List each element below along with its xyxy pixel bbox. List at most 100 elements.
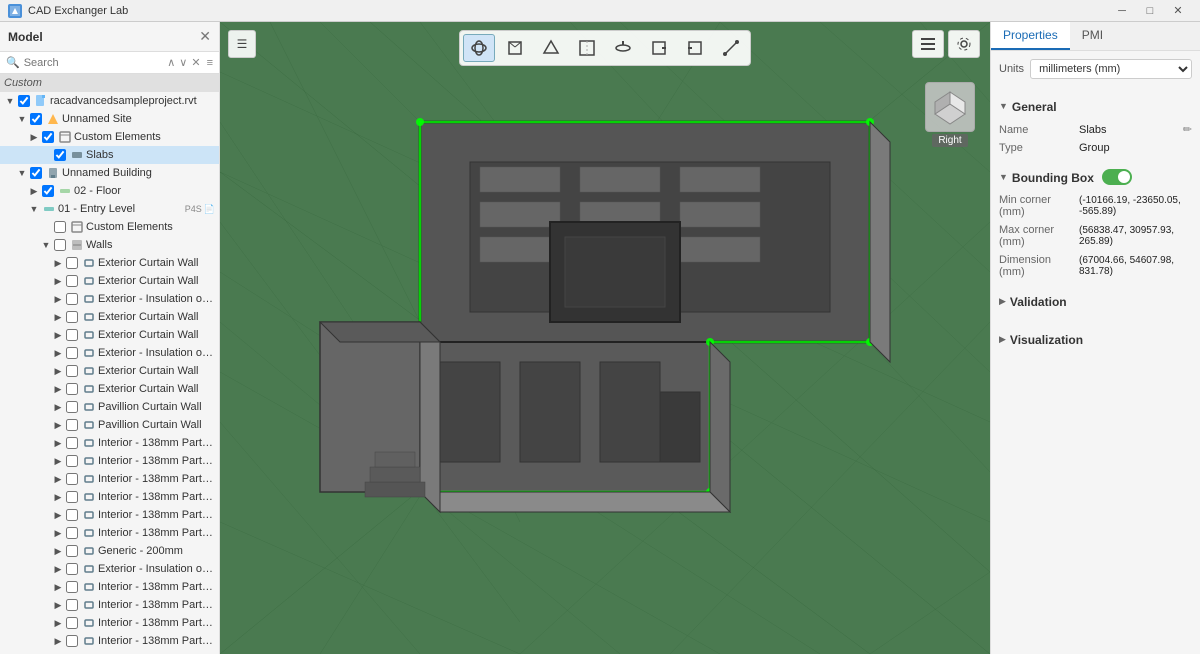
search-clear-icon[interactable]: ✕	[191, 56, 200, 69]
tree-item-wall-15[interactable]: ▶ Interior - 138mm Partition...	[0, 506, 219, 524]
tree-item-wall-14[interactable]: ▶ Interior - 138mm Partition...	[0, 488, 219, 506]
tree-item-wall-11[interactable]: ▶ Interior - 138mm Partition...	[0, 434, 219, 452]
orbit-button[interactable]	[463, 34, 495, 62]
tree-item-wall-18[interactable]: ▶ Exterior - Insulation on M...	[0, 560, 219, 578]
checkbox-wall-6[interactable]	[66, 347, 78, 359]
tree-item-wall-16[interactable]: ▶ Interior - 138mm Partition...	[0, 524, 219, 542]
edit-name-icon[interactable]: ✏	[1183, 123, 1192, 136]
search-up-icon[interactable]: ∧	[167, 56, 175, 69]
tree-item-wall-2[interactable]: ▶ Exterior Curtain Wall	[0, 272, 219, 290]
checkbox-wall-11[interactable]	[66, 437, 78, 449]
viewport[interactable]: ☰	[220, 22, 990, 654]
settings-panel-button[interactable]	[948, 30, 980, 58]
visualization-header[interactable]: ▶ Visualization	[999, 322, 1192, 356]
checkbox-wall-5[interactable]	[66, 329, 78, 341]
slabs-label: Slabs	[86, 149, 215, 161]
right-button[interactable]	[643, 34, 675, 62]
checkbox-wall-14[interactable]	[66, 491, 78, 503]
tree-item-floor02[interactable]: ▶ 02 - Floor	[0, 182, 219, 200]
tree-item-custom-elements-2[interactable]: ▶ Custom Elements	[0, 218, 219, 236]
checkbox-wall-20[interactable]	[66, 599, 78, 611]
close-button[interactable]: ✕	[1164, 0, 1192, 22]
properties-panel-button[interactable]	[912, 30, 944, 58]
checkbox-wall-16[interactable]	[66, 527, 78, 539]
back-button[interactable]	[679, 34, 711, 62]
cube-box[interactable]	[925, 82, 975, 132]
checkbox-wall-9[interactable]	[66, 401, 78, 413]
tree-item-wall-6[interactable]: ▶ Exterior - Insulation on M...	[0, 344, 219, 362]
tab-properties[interactable]: Properties	[991, 22, 1070, 50]
minimize-button[interactable]: ─	[1108, 0, 1136, 22]
tree-item-wall-10[interactable]: ▶ Pavillion Curtain Wall	[0, 416, 219, 434]
checkbox-site[interactable]	[30, 113, 42, 125]
perspective-button[interactable]	[535, 34, 567, 62]
checkbox-wall-15[interactable]	[66, 509, 78, 521]
measure-button[interactable]	[715, 34, 747, 62]
tree-item-wall-4[interactable]: ▶ Exterior Curtain Wall	[0, 308, 219, 326]
checkbox-building[interactable]	[30, 167, 42, 179]
checkbox-wall-13[interactable]	[66, 473, 78, 485]
top-button[interactable]	[607, 34, 639, 62]
checkbox-custom-elements-2[interactable]	[54, 221, 66, 233]
tree-item-wall-9[interactable]: ▶ Pavillion Curtain Wall	[0, 398, 219, 416]
tree-item-walls[interactable]: ▼ Walls	[0, 236, 219, 254]
bounding-box-header[interactable]: ▼ Bounding Box	[999, 160, 1192, 194]
tab-pmi[interactable]: PMI	[1070, 22, 1115, 50]
close-panel-button[interactable]: ✕	[199, 28, 211, 45]
tree-item-site[interactable]: ▼ Unnamed Site	[0, 110, 219, 128]
checkbox-wall-17[interactable]	[66, 545, 78, 557]
checkbox-custom-elements-1[interactable]	[42, 131, 54, 143]
checkbox-slabs[interactable]	[54, 149, 66, 161]
wall-19-label: Interior - 138mm Partition...	[98, 581, 215, 593]
tree-item-wall-5[interactable]: ▶ Exterior Curtain Wall	[0, 326, 219, 344]
checkbox-floor02[interactable]	[42, 185, 54, 197]
model-tree[interactable]: ▼ racadvancedsampleproject.rvt ▼ Unnamed…	[0, 92, 219, 654]
checkbox-wall-4[interactable]	[66, 311, 78, 323]
checkbox-root[interactable]	[18, 95, 30, 107]
wall-icon-1	[82, 256, 96, 270]
checkbox-wall-19[interactable]	[66, 581, 78, 593]
tree-item-wall-1[interactable]: ▶ Exterior Curtain Wall	[0, 254, 219, 272]
checkbox-wall-22[interactable]	[66, 635, 78, 647]
front-button[interactable]	[571, 34, 603, 62]
tree-item-wall-19[interactable]: ▶ Interior - 138mm Partition...	[0, 578, 219, 596]
search-input[interactable]	[24, 57, 168, 69]
checkbox-wall-10[interactable]	[66, 419, 78, 431]
tree-item-building[interactable]: ▼ Unnamed Building	[0, 164, 219, 182]
view-cube[interactable]: Right	[920, 82, 980, 152]
checkbox-wall-7[interactable]	[66, 365, 78, 377]
checkbox-wall-18[interactable]	[66, 563, 78, 575]
expand-arrow: ▶	[52, 401, 64, 413]
general-section-header[interactable]: ▼ General	[999, 89, 1192, 123]
cube-label[interactable]: Right	[932, 134, 967, 147]
checkbox-walls[interactable]	[54, 239, 66, 251]
maximize-button[interactable]: □	[1136, 0, 1164, 22]
checkbox-wall-12[interactable]	[66, 455, 78, 467]
checkbox-wall-8[interactable]	[66, 383, 78, 395]
search-filter-icon[interactable]: ≡	[207, 57, 213, 69]
tree-item-root[interactable]: ▼ racadvancedsampleproject.rvt	[0, 92, 219, 110]
tree-item-wall-20[interactable]: ▶ Interior - 138mm Partition...	[0, 596, 219, 614]
tree-item-wall-13[interactable]: ▶ Interior - 138mm Partition...	[0, 470, 219, 488]
bounding-box-toggle[interactable]	[1102, 169, 1132, 185]
menu-button[interactable]: ☰	[228, 30, 256, 58]
tree-item-custom-elements-1[interactable]: ▶ Custom Elements	[0, 128, 219, 146]
tree-item-wall-7[interactable]: ▶ Exterior Curtain Wall	[0, 362, 219, 380]
checkbox-wall-1[interactable]	[66, 257, 78, 269]
search-down-icon[interactable]: ∨	[179, 56, 187, 69]
tree-item-wall-12[interactable]: ▶ Interior - 138mm Partition...	[0, 452, 219, 470]
checkbox-wall-3[interactable]	[66, 293, 78, 305]
expand-arrow: ▶	[28, 185, 40, 197]
tree-item-wall-3[interactable]: ▶ Exterior - Insulation on M...	[0, 290, 219, 308]
tree-item-wall-8[interactable]: ▶ Exterior Curtain Wall	[0, 380, 219, 398]
checkbox-wall-2[interactable]	[66, 275, 78, 287]
units-select[interactable]: millimeters (mm)	[1030, 59, 1192, 79]
validation-header[interactable]: ▶ Validation	[999, 284, 1192, 318]
wireframe-button[interactable]	[499, 34, 531, 62]
tree-item-wall-22[interactable]: ▶ Interior - 138mm Partition...	[0, 632, 219, 650]
tree-item-wall-21[interactable]: ▶ Interior - 138mm Partition...	[0, 614, 219, 632]
tree-item-entry-level[interactable]: ▼ 01 - Entry Level P4S 📄	[0, 200, 219, 218]
tree-item-wall-17[interactable]: ▶ Generic - 200mm	[0, 542, 219, 560]
checkbox-wall-21[interactable]	[66, 617, 78, 629]
tree-item-slabs[interactable]: ▶ Slabs	[0, 146, 219, 164]
